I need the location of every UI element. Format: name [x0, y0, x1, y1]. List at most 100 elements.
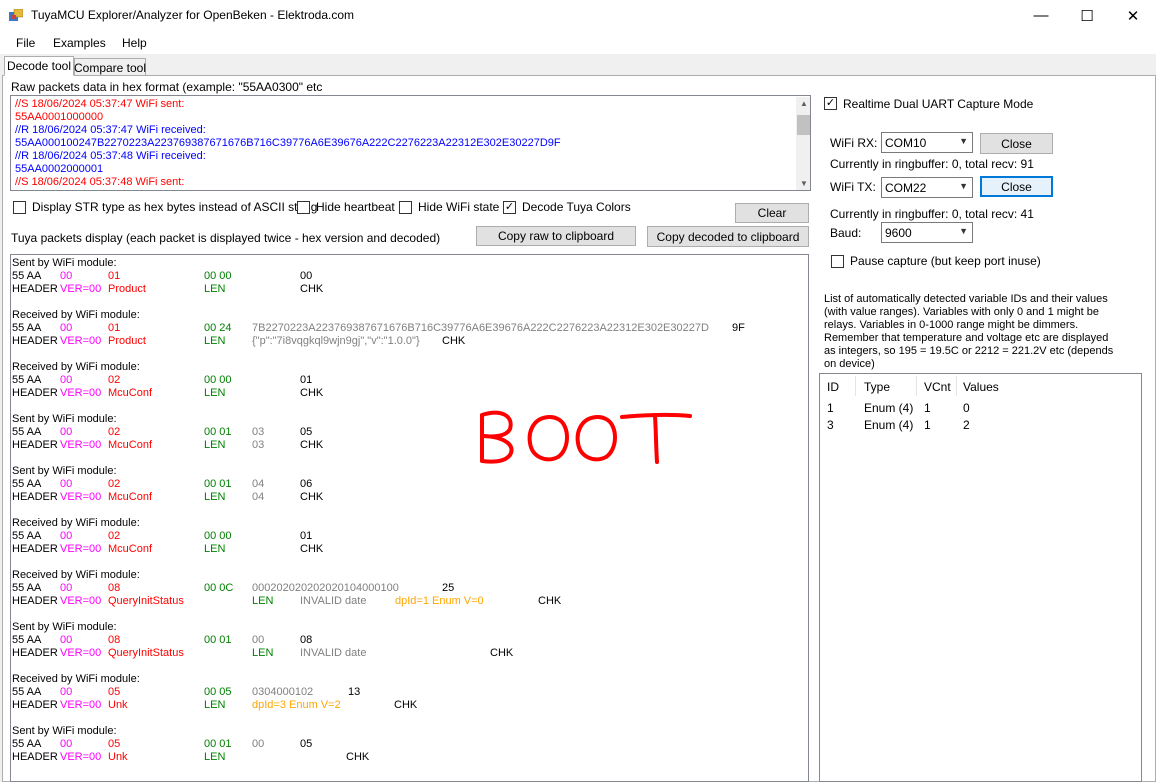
packet-header-hex: 55 AA	[12, 582, 42, 594]
packet-command-hex: 05	[108, 686, 121, 698]
variable-row-cell[interactable]: 1	[924, 401, 931, 415]
packet-header-hex: 55 AA	[12, 530, 42, 542]
variable-row-cell[interactable]: 1	[827, 401, 834, 415]
packet-entry: Received by WiFi module: 55 AA 00 05 00 05 HE…	[11, 673, 808, 715]
packets-display-label: Tuya packets display (each packet is dis…	[11, 231, 441, 245]
packet-header-hex: 55 AA	[12, 426, 42, 438]
hide-heartbeat-checkbox[interactable]	[297, 201, 310, 214]
packet-checksum-hex: 01	[300, 374, 313, 386]
str-hex-label: Display STR type as hex bytes instead of…	[32, 200, 318, 214]
pause-capture-checkbox[interactable]	[831, 255, 844, 268]
packet-checksum-label: CHK	[300, 543, 324, 555]
packet-checksum-hex: 05	[300, 426, 313, 438]
packet-checksum-label: CHK	[442, 335, 466, 347]
column-separator[interactable]	[956, 376, 957, 396]
packet-payload-decoded: INVALID date	[300, 647, 367, 659]
raw-packets-label: Raw packets data in hex format (example:…	[11, 80, 323, 94]
decode-colors-label: Decode Tuya Colors	[522, 200, 631, 214]
packet-checksum-label: CHK	[300, 283, 324, 295]
chevron-down-icon: ▼	[959, 136, 968, 146]
scroll-up-icon[interactable]: ▲	[800, 99, 808, 108]
close-window-button[interactable]: ✕	[1110, 0, 1156, 31]
menu-examples[interactable]: Examples	[53, 36, 106, 50]
packet-length-hex: 00 00	[204, 270, 232, 282]
decode-colors-checkbox[interactable]: ✓	[503, 201, 516, 214]
column-header-vcnt[interactable]: VCnt	[924, 380, 951, 394]
variable-row-cell[interactable]: 2	[963, 418, 970, 432]
scroll-thumb[interactable]	[797, 115, 810, 135]
maximize-button[interactable]: ☐	[1064, 0, 1110, 31]
packet-version-label: VER=00	[60, 647, 102, 659]
variable-row-cell[interactable]: 0	[963, 401, 970, 415]
copy-decoded-button[interactable]: Copy decoded to clipboard	[647, 226, 809, 247]
packet-entry: Received by WiFi module: 55 AA 00 02 00 00 HE…	[11, 517, 808, 559]
packet-payload-hex: 04	[252, 478, 265, 490]
packet-checksum-hex: 00	[300, 270, 313, 282]
packet-length-label: LEN	[252, 595, 274, 607]
variable-row-cell[interactable]: Enum (4)	[864, 401, 913, 415]
column-header-id[interactable]: ID	[827, 380, 839, 394]
packet-header-label: HEADER	[12, 387, 58, 399]
variables-description-line: relays. Variables in 0-1000 range might …	[824, 319, 1079, 331]
tab-decode-tool[interactable]: Decode tool	[4, 56, 74, 76]
raw-packets-textbox[interactable]: //S 18/06/2024 05:37:47 WiFi sent: 55AA0…	[10, 95, 811, 191]
packet-version-label: VER=00	[60, 751, 102, 763]
tx-status-text: Currently in ringbuffer: 0, total recv: …	[830, 207, 1034, 221]
realtime-capture-checkbox[interactable]: ✓	[824, 97, 837, 110]
wifi-tx-combobox[interactable]: COM22 ▼	[881, 177, 973, 198]
clear-button[interactable]: Clear	[735, 203, 809, 223]
packet-command-label: McuConf	[108, 439, 153, 451]
raw-line: 55AA0002000001	[15, 163, 104, 175]
variable-row-cell[interactable]: 3	[827, 418, 834, 432]
packet-command-hex: 08	[108, 582, 121, 594]
packet-title: Received by WiFi module:	[12, 517, 140, 529]
packet-header-label: HEADER	[12, 283, 58, 295]
title-bar: TuyaMCU Explorer/Analyzer for OpenBeken …	[0, 0, 1156, 31]
packet-header-hex: 55 AA	[12, 738, 42, 750]
packet-checksum-label: CHK	[538, 595, 562, 607]
packet-length-label: LEN	[204, 387, 226, 399]
packet-command-hex: 02	[108, 478, 121, 490]
raw-scrollbar[interactable]: ▲ ▼	[796, 97, 810, 190]
tx-close-button[interactable]: Close	[980, 176, 1053, 197]
hide-heartbeat-label: Hide heartbeat	[316, 200, 395, 214]
packet-length-hex: 00 01	[204, 426, 232, 438]
str-hex-checkbox[interactable]	[13, 201, 26, 214]
baud-value: 9600	[885, 226, 912, 240]
realtime-capture-label: Realtime Dual UART Capture Mode	[843, 97, 1034, 111]
packets-display-textbox[interactable]: Sent by WiFi module: 55 AA 00 01 00 00 HEADER…	[10, 254, 809, 782]
packet-command-label: QueryInitStatus	[108, 595, 184, 607]
variable-row-cell[interactable]: 1	[924, 418, 931, 432]
menu-help[interactable]: Help	[122, 36, 147, 50]
packet-command-label: McuConf	[108, 387, 153, 399]
minimize-button[interactable]: —	[1018, 0, 1064, 31]
app-icon	[9, 9, 23, 21]
packet-payload-hex: 7B2270223A223769387671676B716C39776A6E39…	[252, 322, 709, 334]
variables-description-line: as integers, so 195 = 19.5C or 2212 = 22…	[824, 345, 1114, 357]
menu-file[interactable]: File	[16, 36, 35, 50]
packet-checksum-hex: 08	[300, 634, 313, 646]
rx-close-button[interactable]: Close	[980, 133, 1053, 154]
wifi-rx-label: WiFi RX:	[830, 136, 878, 150]
raw-line: //R 18/06/2024 05:37:47 WiFi received:	[15, 124, 206, 136]
wifi-tx-label: WiFi TX:	[830, 180, 876, 194]
packet-command-hex: 01	[108, 270, 121, 282]
variables-listview[interactable]: ID Type VCnt Values 1 Enum (4) 1 0 3 Enu…	[819, 373, 1142, 782]
packet-payload-decoded: INVALID date	[300, 595, 367, 607]
packet-checksum-label: CHK	[346, 751, 370, 763]
wifi-rx-combobox[interactable]: COM10 ▼	[881, 132, 973, 153]
scroll-down-icon[interactable]: ▼	[800, 179, 808, 188]
column-separator[interactable]	[855, 376, 856, 396]
column-header-type[interactable]: Type	[864, 380, 890, 394]
packet-checksum-label: CHK	[490, 647, 514, 659]
column-separator[interactable]	[916, 376, 917, 396]
packet-version-hex: 00	[60, 582, 73, 594]
hide-wifi-state-checkbox[interactable]	[399, 201, 412, 214]
column-header-values[interactable]: Values	[963, 380, 999, 394]
variable-row-cell[interactable]: Enum (4)	[864, 418, 913, 432]
baud-combobox[interactable]: 9600 ▼	[881, 222, 973, 243]
packet-length-hex: 00 00	[204, 374, 232, 386]
packet-version-hex: 00	[60, 634, 73, 646]
copy-raw-button[interactable]: Copy raw to clipboard	[476, 226, 636, 246]
packet-header-hex: 55 AA	[12, 634, 42, 646]
